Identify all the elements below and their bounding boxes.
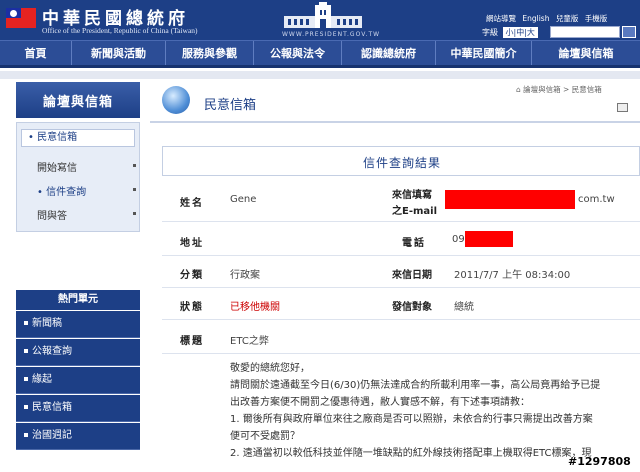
sitemap-link[interactable]: 網站導覽: [486, 14, 516, 23]
kids-link[interactable]: 兒童版: [556, 14, 579, 23]
site-header: 中華民國總統府 Office of the President, Republi…: [0, 0, 640, 40]
hot-item-weekly[interactable]: 治國週記: [16, 423, 140, 450]
redacted-email: [445, 190, 575, 209]
subject-value: ETC之弊: [230, 336, 269, 347]
email-label: 來信填寫: [392, 190, 432, 201]
utility-links: 網站導覽 English 兒童版 手機版: [486, 13, 611, 24]
search-button[interactable]: [622, 26, 636, 38]
result-header: 信件查詢結果: [162, 146, 640, 176]
header-band: [0, 71, 640, 79]
record-row-subject: 標題 ETC之弊: [162, 320, 640, 354]
result-title: 信件查詢結果: [362, 156, 441, 170]
hot-item-gazette[interactable]: 公報查詢: [16, 339, 140, 366]
roc-flag-icon: [6, 8, 36, 28]
presidential-building-icon: [284, 2, 362, 28]
letter-line: 請問關於遠通截至今日(6/30)仍無法達成合約所載利用率一事，高公局竟再給予已提: [230, 380, 601, 391]
status-value: 已移他機關: [230, 302, 280, 313]
email-label-2: 之E-mail: [392, 206, 438, 217]
breadcrumb: ⌂ 論壇與信箱 > 民意信箱: [516, 85, 602, 94]
nav-forum-mailbox[interactable]: 論壇與信箱: [532, 41, 640, 65]
date-label: 來信日期: [392, 270, 432, 281]
name-label: 姓名: [180, 198, 204, 209]
target-label: 發信對象: [392, 302, 432, 313]
main-nav: 首頁 新聞與活動 服務與參觀 公報與法令 認識總統府 中華民國簡介 論壇與信箱: [0, 40, 640, 68]
sidebar-item-write[interactable]: 開始寫信: [37, 159, 77, 174]
letter-line: 1. 爾後所有與政府單位來往之廠商是否可以照辦，未依合約行事只需提出改善方案: [230, 414, 593, 425]
email-suffix: com.tw: [578, 194, 615, 205]
nav-home[interactable]: 首頁: [0, 41, 72, 65]
phone-prefix: 09: [452, 234, 465, 245]
hot-item-press[interactable]: 新聞稿: [16, 311, 140, 338]
letter-line: 便可不受處罰？: [230, 431, 300, 442]
page-title: 民意信箱: [204, 98, 257, 113]
nav-roc-intro[interactable]: 中華民國簡介: [436, 41, 532, 65]
mobile-link[interactable]: 手機版: [585, 14, 608, 23]
letter-line: 敬愛的總統您好，: [230, 363, 310, 374]
hot-item-mailbox[interactable]: 民意信箱: [16, 395, 140, 422]
sidebar-item-query[interactable]: • 信件查詢: [37, 183, 86, 198]
sidebar-item-faq[interactable]: 問與答: [37, 207, 67, 222]
record-row-address: 地址 電話 09: [162, 222, 640, 256]
site-url: WWW.PRESIDENT.GOV.TW: [282, 31, 381, 38]
phone-label: 電話: [402, 238, 426, 249]
sidebar-heading: 論壇與信箱: [16, 82, 140, 118]
letter-line: 出改善方案便不開罰之優惠待遇，敝人實感不解，有下述事項請教：: [230, 397, 530, 408]
mailbox-logo-icon: [162, 86, 190, 114]
site-subtitle: Office of the President, Republic of Chi…: [42, 26, 198, 35]
nav-about-office[interactable]: 認識總統府: [342, 41, 436, 65]
date-value: 2011/7/7 上午 08:34:00: [454, 270, 571, 281]
hot-units-heading: 熱門單元: [16, 290, 140, 310]
category-value: 行政案: [230, 270, 260, 281]
subject-label: 標題: [180, 336, 204, 347]
nav-services[interactable]: 服務與參觀: [166, 41, 254, 65]
category-label: 分類: [180, 270, 204, 281]
font-size-control: 字級 小|中|大: [482, 27, 538, 38]
redacted-phone: [465, 231, 513, 247]
bullet-icon: [133, 164, 136, 167]
target-value: 總統: [454, 302, 474, 313]
bullet-icon: [133, 212, 136, 215]
hot-item-origin[interactable]: 緣起: [16, 367, 140, 394]
nav-news[interactable]: 新聞與活動: [72, 41, 166, 65]
letter-line: 2. 遠通當初以較低科技並伴隨一堆缺點的紅外線技術搭配車上機取得ETC標案，現: [230, 448, 592, 459]
address-label: 地址: [180, 238, 204, 249]
name-value: Gene: [230, 194, 257, 205]
image-id-watermark: #1297808: [568, 455, 631, 468]
record-row-category: 分類 行政案 來信日期 2011/7/7 上午 08:34:00: [162, 256, 640, 288]
record-row-status: 狀態 已移他機關 發信對象 總統: [162, 288, 640, 320]
nav-gazette[interactable]: 公報與法令: [254, 41, 342, 65]
status-label: 狀態: [180, 302, 204, 313]
sidebar-menu: • 民意信箱 開始寫信 • 信件查詢 問與答: [16, 122, 140, 232]
record-row-name: 姓名 Gene 來信填寫 之E-mail com.tw: [162, 176, 640, 222]
bullet-icon: [133, 188, 136, 191]
english-link[interactable]: English: [522, 14, 549, 23]
sidebar-item-mailbox[interactable]: • 民意信箱: [21, 129, 135, 147]
font-size-label: 字級: [482, 28, 498, 37]
divider: [150, 121, 640, 123]
search-input[interactable]: [550, 26, 620, 38]
font-size-options[interactable]: 小|中|大: [502, 27, 538, 38]
print-icon[interactable]: [617, 103, 628, 112]
